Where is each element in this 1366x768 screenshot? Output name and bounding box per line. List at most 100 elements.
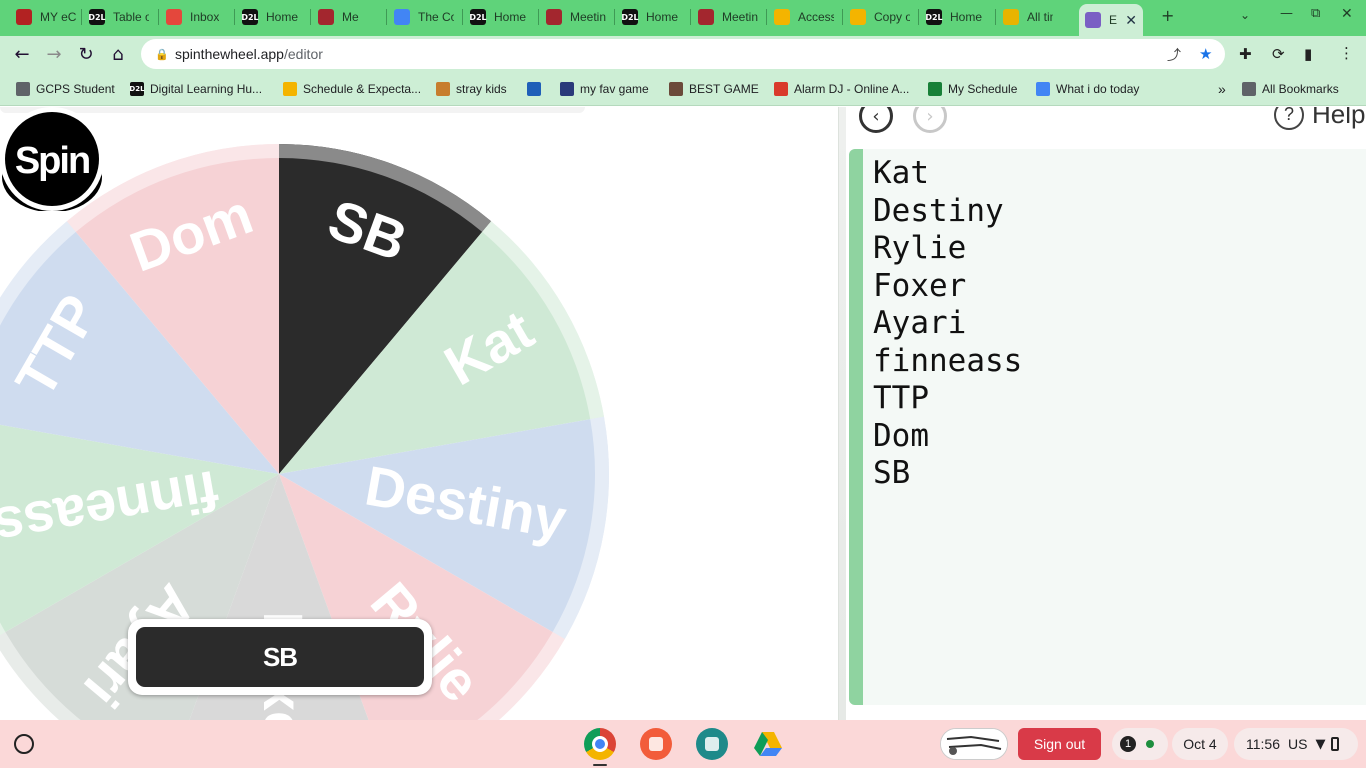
tab-separator	[690, 9, 691, 25]
bookmark-label: What i do today	[1056, 82, 1140, 96]
ecl-logo-icon	[16, 9, 32, 25]
slides-icon	[774, 9, 790, 25]
tab-title: Home	[950, 10, 983, 24]
bookmark-item[interactable]: BEST GAME	[669, 81, 759, 97]
chrome-icon[interactable]	[584, 728, 616, 760]
share-icon[interactable]: ⤴	[1167, 45, 1181, 65]
forward-button[interactable]: →	[43, 43, 65, 65]
tab-title: Inbox	[190, 10, 220, 24]
bookmark-star-icon[interactable]: ★	[1199, 45, 1212, 63]
help-label: Help	[1312, 107, 1366, 129]
browser-tab[interactable]: Access	[774, 5, 834, 29]
tote-thumbnail[interactable]	[940, 728, 1008, 760]
tab-separator	[614, 9, 615, 25]
spin-button[interactable]: Spin	[0, 107, 104, 211]
browser-tab[interactable]: Inbox	[166, 5, 224, 29]
browser-tab[interactable]: D2L Home	[470, 5, 528, 29]
meeting-icon	[546, 9, 562, 25]
close-tab-icon[interactable]: ✕	[1125, 12, 1137, 29]
browser-tab[interactable]: MY eCl	[16, 5, 76, 29]
d2l-logo-icon: D2L	[622, 9, 639, 25]
d2l-logo-icon: D2L	[242, 9, 259, 25]
more-bookmarks-icon[interactable]: »	[1218, 81, 1226, 97]
running-indicator	[593, 764, 607, 766]
launcher-icon[interactable]	[14, 734, 34, 754]
entry-line: Rylie	[873, 230, 967, 266]
address-bar[interactable]: 🔒 spinthewheel.app/editor ⤴ ★	[141, 39, 1225, 69]
performance-icon[interactable]: ⟳	[1272, 45, 1285, 63]
back-button[interactable]: ←	[11, 43, 33, 65]
browser-tab[interactable]: D2L Home	[242, 5, 302, 29]
help-button[interactable]: ? Help	[1274, 107, 1365, 130]
panel-resize-handle[interactable]	[838, 107, 846, 720]
browser-tab[interactable]: Meetin	[546, 5, 606, 29]
tab-title: Ed	[1109, 13, 1118, 27]
entry-line: Kat	[873, 155, 929, 191]
bookmark-label: stray kids	[456, 82, 507, 96]
undo-button[interactable]: ‹	[859, 107, 893, 133]
redo-button[interactable]: ›	[913, 107, 947, 133]
input-method: US	[1288, 736, 1308, 752]
status-dot-icon	[1146, 740, 1154, 748]
sign-out-button[interactable]: Sign out	[1018, 728, 1101, 760]
tab-title: Home	[646, 10, 679, 24]
browser-tab[interactable]: D2L Table o	[89, 5, 149, 29]
browser-tab[interactable]: Meetin	[698, 5, 758, 29]
bookmark-item[interactable]: GCPS Student	[16, 81, 115, 97]
wifi-icon: ▼	[1315, 736, 1326, 752]
bookmark-item[interactable]: my fav game	[560, 81, 649, 97]
bookmark-label: Schedule & Expecta...	[303, 82, 422, 96]
browser-tab[interactable]: Copy o	[850, 5, 910, 29]
browser-tab[interactable]: D2L Home	[622, 5, 680, 29]
bookmark-item[interactable]: D2L Digital Learning Hu...	[129, 81, 262, 97]
tab-title: Home	[266, 10, 299, 24]
date-display[interactable]: Oct 4	[1172, 728, 1228, 760]
all-bookmarks-folder[interactable]: All Bookmarks	[1242, 81, 1339, 97]
system-tray[interactable]: 11:56 US ▼	[1234, 728, 1358, 760]
bookmarks-bar: GCPS Student D2L Digital Learning Hu... Sch…	[0, 72, 1366, 106]
drive-icon[interactable]	[752, 728, 784, 760]
home-button[interactable]: ⌂	[107, 43, 129, 65]
folder-icon	[1242, 82, 1256, 96]
restore-icon[interactable]: ⧉	[1311, 6, 1320, 21]
bookmark-item[interactable]	[527, 81, 547, 97]
edge-icon	[527, 82, 541, 96]
classroom-icon[interactable]	[696, 728, 728, 760]
bookmark-label: my fav game	[580, 82, 649, 96]
side-panel-icon[interactable]: ▮	[1304, 45, 1312, 63]
all-bookmarks-label: All Bookmarks	[1262, 82, 1339, 96]
entry-line: Destiny	[873, 192, 1004, 229]
notification-tray[interactable]: 1	[1112, 728, 1168, 760]
bookmark-item[interactable]: Schedule & Expecta...	[283, 81, 421, 97]
new-tab-icon[interactable]: +	[1161, 6, 1174, 25]
browser-tab[interactable]: D2L Home	[926, 5, 986, 29]
canvas-paint-icon[interactable]	[640, 728, 672, 760]
menu-kebab-icon[interactable]: ⋮	[1339, 44, 1354, 62]
close-window-icon[interactable]: ✕	[1341, 6, 1353, 22]
reload-button[interactable]: ↻	[75, 43, 97, 65]
lock-icon: 🔒	[155, 47, 169, 61]
browser-tab[interactable]: Me	[318, 5, 374, 29]
tab-separator	[918, 9, 919, 25]
bookmark-label: GCPS Student	[36, 82, 115, 96]
minimize-icon[interactable]: —	[1280, 6, 1293, 21]
bookmark-item[interactable]: What i do today	[1036, 81, 1139, 97]
battery-icon	[1331, 737, 1340, 751]
slides-icon	[850, 9, 866, 25]
extensions-icon[interactable]: ✚	[1239, 45, 1252, 63]
bookmark-item[interactable]: stray kids	[436, 81, 507, 97]
browser-tab[interactable]: Ed ✕	[1079, 4, 1143, 36]
tab-search-chevron-icon[interactable]: ⌄	[1240, 8, 1250, 22]
bookmark-item[interactable]: My Schedule	[928, 81, 1017, 97]
tab-separator	[386, 9, 387, 25]
address-path: /editor	[283, 46, 323, 62]
browser-tab[interactable]: All tim	[1003, 5, 1053, 29]
meeting-icon	[698, 9, 714, 25]
entries-textarea[interactable]: Kat Destiny Rylie Foxer Ayari finneass TTP Dom S…	[849, 149, 1366, 705]
tab-separator	[310, 9, 311, 25]
tab-separator	[462, 9, 463, 25]
bookmark-item[interactable]: Alarm DJ - Online A...	[774, 81, 909, 97]
result-value: SB	[136, 627, 424, 687]
tab-separator	[158, 9, 159, 25]
browser-tab[interactable]: The Co	[394, 5, 454, 29]
